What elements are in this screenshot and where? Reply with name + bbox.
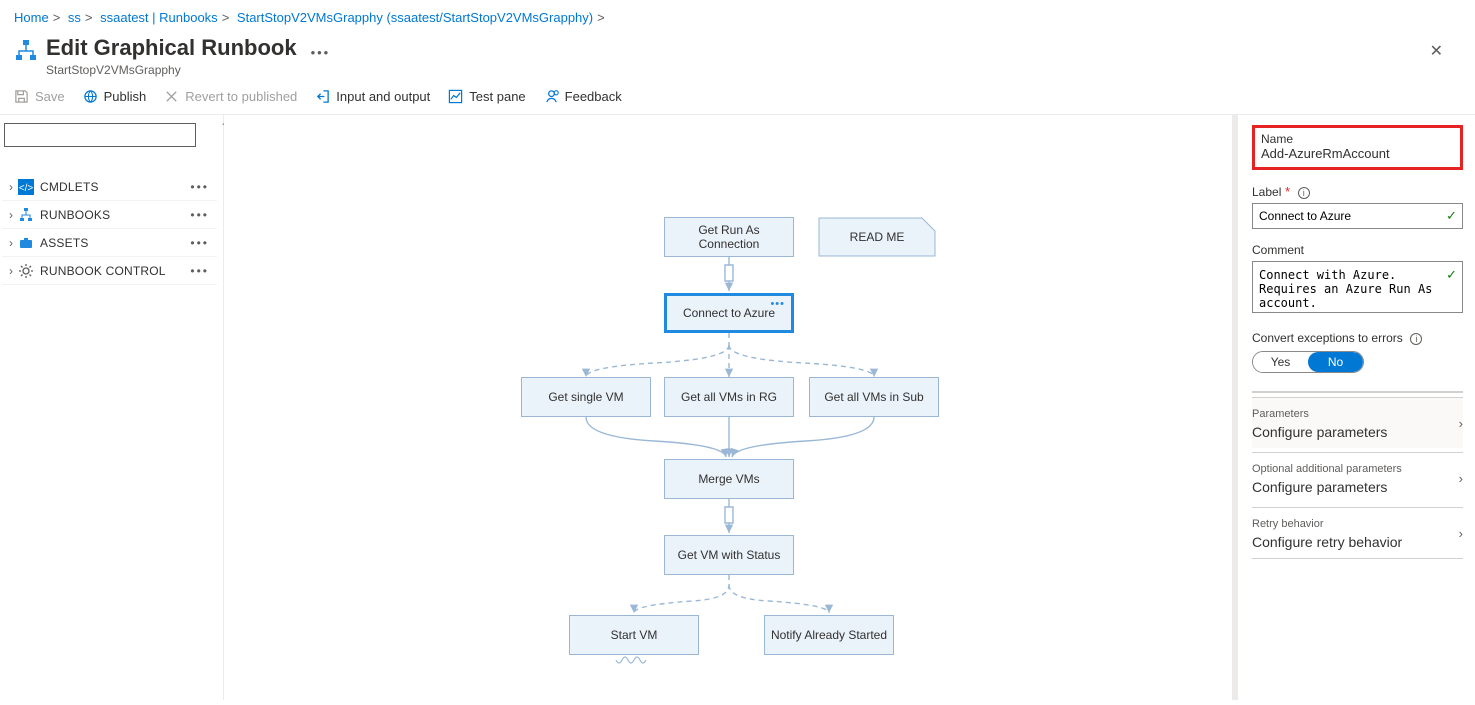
info-icon[interactable]: i <box>1298 187 1310 199</box>
name-value: Add-AzureRmAccount <box>1261 146 1454 161</box>
tree-control[interactable]: › RUNBOOK CONTROL ••• <box>2 257 217 285</box>
more-icon[interactable]: ••• <box>190 236 213 250</box>
crumb-home[interactable]: Home <box>14 10 49 25</box>
node-vms-in-sub[interactable]: Get all VMs in Sub <box>809 377 939 417</box>
person-icon <box>544 89 559 104</box>
flow-icon <box>14 39 38 63</box>
x-icon <box>164 89 179 104</box>
toolbar: Save Publish Revert to published Input a… <box>0 83 1475 115</box>
chevron-right-icon: › <box>1459 416 1463 431</box>
toggle-yes[interactable]: Yes <box>1253 352 1308 372</box>
crumb-runbks[interactable]: ssaatest | Runbooks <box>100 10 218 25</box>
page-title: Edit Graphical Runbook <box>46 35 297 61</box>
convert-label: Convert exceptions to errors <box>1252 331 1403 345</box>
gear-icon <box>18 263 34 279</box>
node-vms-in-rg[interactable]: Get all VMs in RG <box>664 377 794 417</box>
save-button: Save <box>14 89 65 104</box>
check-icon: ✓ <box>1446 208 1457 224</box>
crumb-item[interactable]: StartStopV2VMsGrapphy (ssaatest/StartSto… <box>237 10 593 25</box>
node-get-connection[interactable]: Get Run As Connection <box>664 217 794 257</box>
io-icon <box>315 89 330 104</box>
crumb-ss[interactable]: ss <box>68 10 81 25</box>
chevron-right-icon: › <box>6 180 16 194</box>
tree-runbooks[interactable]: › RUNBOOKS ••• <box>2 201 217 229</box>
feedback-button[interactable]: Feedback <box>544 89 622 104</box>
node-start-vm[interactable]: Start VM <box>569 615 699 655</box>
tree-assets[interactable]: › ASSETS ••• <box>2 229 217 257</box>
label-input[interactable] <box>1252 203 1463 229</box>
info-icon[interactable]: i <box>1410 333 1422 345</box>
label-label: Label <box>1252 185 1281 199</box>
code-icon: </> <box>18 179 34 195</box>
node-readme[interactable]: READ ME <box>818 217 936 257</box>
properties-panel: Name Add-AzureRmAccount Label * i ✓ Comm… <box>1237 115 1475 700</box>
runbook-canvas[interactable]: Get Run As Connection READ ME Connect to… <box>224 115 1237 700</box>
search-input[interactable] <box>4 123 196 147</box>
node-merge-vms[interactable]: Merge VMs <box>664 459 794 499</box>
name-highlight-box: Name Add-AzureRmAccount <box>1252 125 1463 170</box>
right-resize-handle[interactable] <box>1232 115 1238 700</box>
tree-cmdlets[interactable]: › </> CMDLETS ••• <box>2 173 217 201</box>
chart-icon <box>448 89 463 104</box>
required-icon: * <box>1285 184 1290 199</box>
node-menu-icon[interactable]: ••• <box>770 298 785 310</box>
node-connect-azure[interactable]: Connect to Azure••• <box>664 293 794 333</box>
convert-toggle[interactable]: Yes No <box>1252 351 1364 373</box>
svg-text:</>: </> <box>19 183 34 194</box>
chevron-right-icon: › <box>1459 471 1463 486</box>
name-label: Name <box>1261 132 1454 146</box>
node-notify[interactable]: Notify Already Started <box>764 615 894 655</box>
library-tree: › </> CMDLETS ••• › RUNBOOKS ••• › ASSET… <box>2 173 217 285</box>
more-icon[interactable]: ••• <box>190 264 213 278</box>
check-icon: ✓ <box>1446 267 1457 283</box>
title-more-button[interactable]: ••• <box>311 45 331 60</box>
close-button[interactable]: ✕ <box>1412 35 1461 67</box>
save-icon <box>14 89 29 104</box>
node-vm-status[interactable]: Get VM with Status <box>664 535 794 575</box>
publish-button[interactable]: Publish <box>83 89 147 104</box>
flow-icon <box>18 207 34 223</box>
io-button[interactable]: Input and output <box>315 89 430 104</box>
row-optional-params[interactable]: Optional additional parameters Configure… <box>1252 452 1463 503</box>
chevron-right-icon: › <box>1459 526 1463 541</box>
row-parameters[interactable]: Parameters Configure parameters › <box>1252 397 1463 448</box>
more-icon[interactable]: ••• <box>190 180 213 194</box>
node-single-vm[interactable]: Get single VM <box>521 377 651 417</box>
comment-label: Comment <box>1252 243 1463 257</box>
breadcrumb: Home> ss> ssaatest | Runbooks> StartStop… <box>0 0 1475 31</box>
chevron-right-icon: › <box>6 236 16 250</box>
comment-input[interactable] <box>1252 261 1463 313</box>
test-button[interactable]: Test pane <box>448 89 525 104</box>
chevron-right-icon: › <box>6 208 16 222</box>
chevron-right-icon: › <box>6 264 16 278</box>
toggle-no[interactable]: No <box>1308 352 1363 372</box>
more-icon[interactable]: ••• <box>190 208 213 222</box>
briefcase-icon <box>18 235 34 251</box>
row-retry[interactable]: Retry behavior Configure retry behavior … <box>1252 507 1463 559</box>
revert-button: Revert to published <box>164 89 297 104</box>
page-subtitle: StartStopV2VMsGrapphy <box>46 63 297 77</box>
left-panel: › </> CMDLETS ••• › RUNBOOKS ••• › ASSET… <box>0 115 224 700</box>
globe-icon <box>83 89 98 104</box>
